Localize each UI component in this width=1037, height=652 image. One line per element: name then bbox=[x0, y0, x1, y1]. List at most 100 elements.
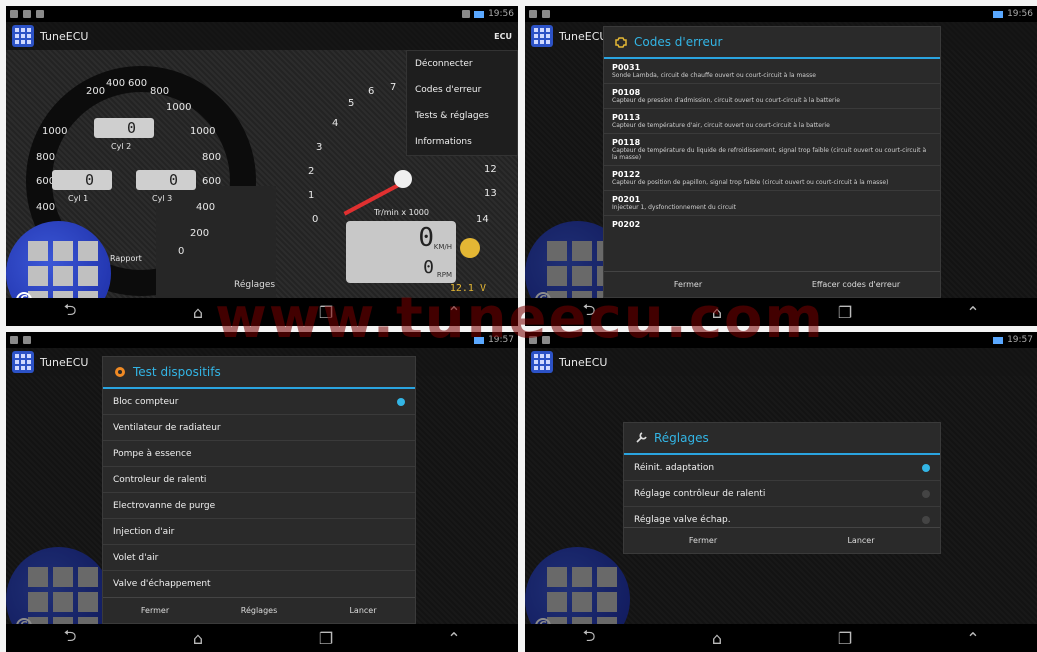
recent-apps-icon[interactable]: ❐ bbox=[825, 629, 865, 648]
rpm-needle-hub bbox=[394, 170, 412, 188]
recent-apps-icon[interactable]: ❐ bbox=[825, 303, 865, 322]
dialog-title: Réglages bbox=[654, 431, 709, 445]
gauge-tick-label: 200 bbox=[190, 228, 210, 239]
gauge-tick-label: 1000 bbox=[42, 126, 68, 137]
screenshot-collage: 19:56 TuneECU ECU 200 400 600 800 1000 1… bbox=[0, 0, 1037, 652]
device-row[interactable]: Pompe à essence bbox=[103, 441, 415, 467]
rpm-tick-label: 7 bbox=[390, 82, 397, 93]
battery-icon bbox=[993, 336, 1004, 344]
gear-label: Rapport bbox=[110, 254, 142, 263]
menu-icon[interactable]: ⌃ bbox=[434, 629, 474, 648]
setting-row[interactable]: Réglage contrôleur de ralenti bbox=[624, 481, 940, 507]
gauge-tick-label: 400 bbox=[196, 202, 216, 213]
error-code-item[interactable]: P0108 Capteur de pression d'admission, ci… bbox=[604, 84, 940, 109]
settings-button[interactable]: Réglages bbox=[207, 598, 311, 623]
setting-row[interactable]: Réinit. adaptation bbox=[624, 455, 940, 481]
panel-settings: 19:57 TuneECU C Réglages Réinit. adaptat… bbox=[525, 332, 1037, 652]
error-code-item[interactable]: P0031 Sonde Lambda, circuit de chauffe ou… bbox=[604, 59, 940, 84]
device-row[interactable]: Injection d'air bbox=[103, 519, 415, 545]
home-icon[interactable]: ⌂ bbox=[697, 629, 737, 648]
action-bar: TuneECU ECU bbox=[6, 22, 518, 50]
cyl2-label: Cyl 2 bbox=[111, 142, 132, 151]
menu-icon[interactable]: ⌃ bbox=[953, 303, 993, 322]
navigation-bar: ⮌ ⌂ ❐ ⌃ bbox=[6, 298, 518, 326]
menu-icon[interactable]: ⌃ bbox=[434, 303, 474, 322]
speed-rpm-display: 0 KM/H 0 RPM bbox=[346, 221, 456, 283]
action-bar: TuneECU bbox=[525, 348, 1037, 376]
gear-icon bbox=[115, 367, 125, 377]
menu-item-tests-settings[interactable]: Tests & réglages bbox=[407, 103, 517, 129]
menu-item-information[interactable]: Informations bbox=[407, 129, 517, 155]
test-devices-dialog: Test dispositifs Bloc compteur Ventilate… bbox=[102, 356, 416, 624]
rpm-unit-label: Tr/min x 1000 bbox=[374, 208, 429, 217]
run-button[interactable]: Lancer bbox=[782, 528, 940, 553]
cyl3-display: 0 bbox=[136, 170, 196, 190]
home-icon[interactable]: ⌂ bbox=[178, 629, 218, 648]
gauge-tick-label: 400 bbox=[36, 202, 56, 213]
panel-dashboard-menu: 19:56 TuneECU ECU 200 400 600 800 1000 1… bbox=[6, 6, 518, 326]
device-row[interactable]: Controleur de ralenti bbox=[103, 467, 415, 493]
close-button[interactable]: Fermer bbox=[624, 528, 782, 553]
clear-error-codes-button[interactable]: Effacer codes d'erreur bbox=[772, 272, 940, 297]
usb-icon bbox=[542, 10, 550, 18]
tuneecu-app-icon[interactable] bbox=[12, 351, 34, 373]
rpm-tick-label: 0 bbox=[312, 214, 319, 225]
notification-icon bbox=[10, 336, 18, 344]
home-icon[interactable]: ⌂ bbox=[697, 303, 737, 322]
error-code-item[interactable]: P0113 Capteur de température d'air, circu… bbox=[604, 109, 940, 134]
device-row[interactable]: Electrovanne de purge bbox=[103, 493, 415, 519]
recent-apps-icon[interactable]: ❐ bbox=[306, 629, 346, 648]
radio-selected[interactable] bbox=[922, 464, 930, 472]
battery-icon bbox=[474, 10, 485, 18]
wrench-icon bbox=[636, 432, 647, 443]
device-row[interactable]: Ventilateur de radiateur bbox=[103, 415, 415, 441]
tuneecu-app-icon[interactable] bbox=[531, 351, 553, 373]
settings-label[interactable]: Réglages bbox=[234, 280, 275, 290]
menu-item-disconnect[interactable]: Déconnecter bbox=[407, 51, 517, 77]
back-icon[interactable]: ⮌ bbox=[50, 625, 90, 652]
device-row[interactable]: Bloc compteur bbox=[103, 389, 415, 415]
settings-dialog: Réglages Réinit. adaptation Réglage cont… bbox=[623, 422, 941, 554]
run-button[interactable]: Lancer bbox=[311, 598, 415, 623]
menu-icon[interactable]: ⌃ bbox=[953, 629, 993, 648]
recent-apps-icon[interactable]: ❐ bbox=[306, 303, 346, 322]
menu-item-error-codes[interactable]: Codes d'erreur bbox=[407, 77, 517, 103]
gauge-tick-label: 800 bbox=[150, 86, 170, 97]
status-time: 19:57 bbox=[488, 335, 514, 345]
ecu-action[interactable]: ECU bbox=[494, 32, 512, 41]
close-button[interactable]: Fermer bbox=[604, 272, 772, 297]
back-icon[interactable]: ⮌ bbox=[569, 299, 609, 326]
cyl3-label: Cyl 3 bbox=[152, 194, 173, 203]
rpm-tick-label: 1 bbox=[308, 190, 315, 201]
error-code-item[interactable]: P0118 Capteur de température du liquide d… bbox=[604, 134, 940, 166]
status-time: 19:57 bbox=[1007, 335, 1033, 345]
close-button[interactable]: Fermer bbox=[103, 598, 207, 623]
rpm-tick-label: 6 bbox=[368, 86, 375, 97]
rpm-tick-label: 13 bbox=[484, 188, 497, 199]
home-icon[interactable]: ⌂ bbox=[178, 303, 218, 322]
battery-icon bbox=[474, 336, 485, 344]
tuneecu-app-icon[interactable] bbox=[531, 25, 553, 47]
radio-unselected[interactable] bbox=[922, 516, 930, 524]
status-bar: 19:56 bbox=[525, 6, 1037, 22]
error-code-item[interactable]: P0201 Injecteur 1, dysfonctionnement du c… bbox=[604, 191, 940, 216]
device-row[interactable]: Volet d'air bbox=[103, 545, 415, 571]
error-code-item[interactable]: P0202 bbox=[604, 216, 940, 233]
back-icon[interactable]: ⮌ bbox=[569, 625, 609, 652]
notification-icon bbox=[10, 10, 18, 18]
gauge-tick-label: 600 bbox=[202, 176, 222, 187]
rpm-tick-label: 14 bbox=[476, 214, 489, 225]
radio-unselected[interactable] bbox=[922, 490, 930, 498]
status-bar: 19:57 bbox=[6, 332, 518, 348]
navigation-bar: ⮌ ⌂ ❐ ⌃ bbox=[6, 624, 518, 652]
gauge-tick-label: 400 bbox=[106, 78, 126, 89]
back-icon[interactable]: ⮌ bbox=[50, 299, 90, 326]
rpm-tick-label: 3 bbox=[316, 142, 323, 153]
tuneecu-app-icon[interactable] bbox=[12, 25, 34, 47]
usb-icon bbox=[23, 336, 31, 344]
screenshot-icon bbox=[36, 10, 44, 18]
radio-selected[interactable] bbox=[397, 398, 405, 406]
error-code-item[interactable]: P0122 Capteur de position de papillon, si… bbox=[604, 166, 940, 191]
device-row[interactable]: Valve d'échappement bbox=[103, 571, 415, 597]
usb-icon bbox=[23, 10, 31, 18]
